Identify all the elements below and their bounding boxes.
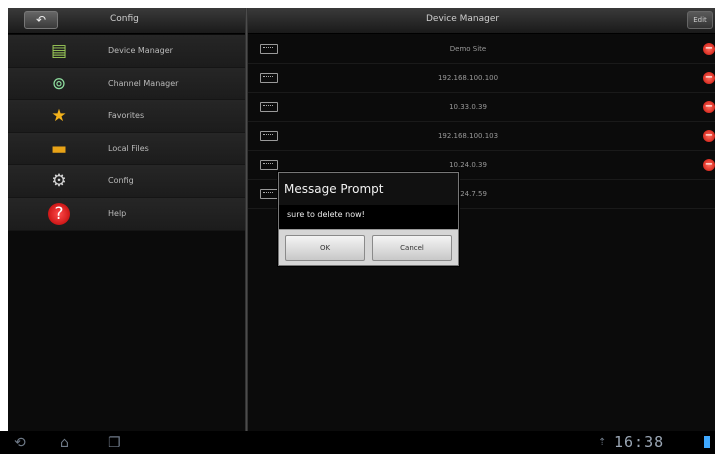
dialog-button-bar: OK Cancel [279, 229, 458, 265]
delete-device-button[interactable]: − [703, 130, 715, 142]
system-nav-bar: ⟲ ⌂ ❐ ⇡ 16:38 [0, 431, 715, 454]
sidebar-item-label: Channel Manager [108, 78, 179, 88]
list-item[interactable]: Demo Site − [248, 35, 715, 64]
device-label: 10.33.0.39 [449, 103, 487, 111]
config-panel-title: Config [110, 14, 139, 24]
delete-device-button[interactable]: − [703, 43, 715, 55]
list-item[interactable]: 192.168.100.103 − [248, 122, 715, 151]
sidebar-item-favorites[interactable]: ★ Favorites [8, 100, 245, 133]
sidebar-item-label: Device Manager [108, 46, 173, 55]
device-label: Demo Site [449, 45, 487, 53]
sidebar-menu: ▤ Device Manager ⊚ Channel Manager ★ Fav… [8, 35, 245, 231]
back-arrow-icon: ↶ [35, 13, 47, 27]
help-icon: ? [48, 202, 70, 225]
sidebar-item-local-files[interactable]: ▬ Local Files [8, 132, 245, 166]
signal-icon [704, 436, 710, 448]
sidebar-item-label: Help [108, 208, 127, 218]
nav-recent-apps-icon[interactable]: ❐ [108, 435, 121, 451]
sidebar-item-device-manager[interactable]: ▤ Device Manager [8, 35, 245, 68]
delete-device-button[interactable]: − [703, 101, 715, 113]
channel-manager-icon: ⊚ [51, 73, 67, 94]
device-label: 10.24.0.39 [449, 161, 487, 169]
delete-device-button[interactable]: − [703, 72, 715, 84]
device-label: 192.168.100.100 [437, 74, 499, 82]
sidebar-item-label: Favorites [108, 111, 145, 121]
message-prompt-dialog: Message Prompt sure to delete now! OK Ca… [278, 172, 459, 266]
dialog-message: sure to delete now! [279, 205, 458, 229]
device-label: 192.168.100.103 [437, 132, 499, 140]
top-bar: ↶ Config Device Manager Edit [8, 8, 715, 34]
sidebar-item-label: Config [108, 176, 134, 186]
dialog-title: Message Prompt [284, 182, 384, 196]
delete-device-button[interactable]: − [703, 159, 715, 171]
sidebar-item-help[interactable]: ? Help [8, 197, 245, 231]
device-manager-icon: ▤ [50, 41, 68, 61]
folder-icon: ▬ [50, 138, 68, 159]
sidebar-item-channel-manager[interactable]: ⊚ Channel Manager [8, 67, 245, 101]
edit-button[interactable]: Edit [687, 11, 713, 29]
ok-button[interactable]: OK [285, 235, 365, 261]
device-manager-title: Device Manager [426, 14, 500, 24]
status-clock[interactable]: 16:38 [614, 433, 664, 451]
list-item[interactable]: 10.33.0.39 − [248, 93, 715, 122]
back-button[interactable]: ↶ [24, 11, 58, 29]
cancel-button[interactable]: Cancel [372, 235, 452, 261]
list-item[interactable]: 192.168.100.100 − [248, 64, 715, 93]
sidebar-item-config[interactable]: ⚙ Config [8, 165, 245, 198]
gear-icon: ⚙ [51, 171, 67, 192]
nav-home-icon[interactable]: ⌂ [60, 435, 69, 451]
sidebar-item-label: Local Files [108, 143, 149, 153]
notification-icon[interactable]: ⇡ [598, 437, 606, 448]
star-icon: ★ [51, 106, 67, 127]
nav-back-icon[interactable]: ⟲ [14, 435, 26, 451]
